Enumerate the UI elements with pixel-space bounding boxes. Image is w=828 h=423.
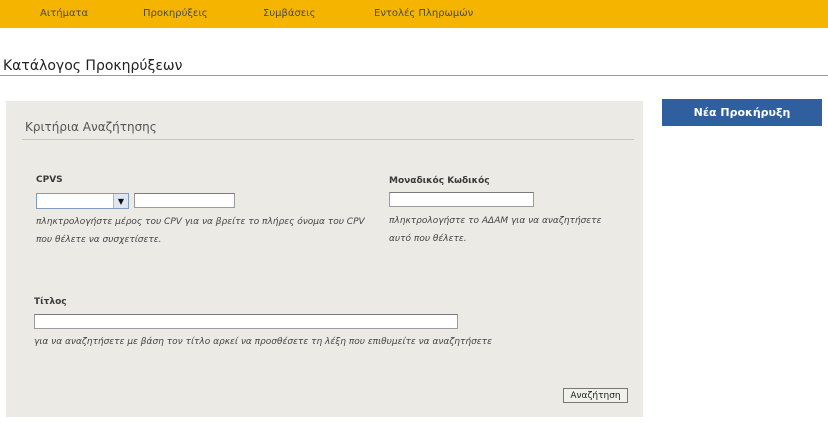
- page-title: Κατάλογος Προκηρύξεων: [3, 58, 183, 74]
- chevron-down-icon[interactable]: ▼: [113, 194, 128, 208]
- title-input[interactable]: [34, 314, 458, 329]
- cpvs-label: CPVS: [36, 175, 63, 185]
- panel-divider: [22, 139, 634, 140]
- nav-item-requests[interactable]: Αιτήματα: [40, 8, 88, 19]
- unique-code-input[interactable]: [389, 192, 534, 207]
- title-divider: [0, 75, 828, 76]
- title-label: Τίτλος: [34, 297, 67, 307]
- new-notice-button[interactable]: Νέα Προκήρυξη: [662, 99, 822, 126]
- cpvs-text-input[interactable]: [134, 193, 235, 208]
- nav-item-notices[interactable]: Προκηρύξεις: [143, 8, 208, 19]
- cpvs-select[interactable]: ▼: [36, 193, 129, 209]
- search-button[interactable]: Αναζήτηση: [563, 388, 628, 403]
- title-hint: για να αναζητήσετε με βάση τον τίτλο αρκ…: [34, 337, 492, 347]
- top-navigation-bar: Αιτήματα Προκηρύξεις Συμβάσεις Εντολές Π…: [0, 0, 828, 28]
- unique-code-hint: πληκτρολογήστε το ΑΔΑΜ για να αναζητήσετ…: [389, 216, 602, 244]
- nav-item-payment-orders[interactable]: Εντολές Πληρωμών: [374, 8, 473, 19]
- nav-item-contracts[interactable]: Συμβάσεις: [263, 8, 315, 19]
- search-criteria-heading: Κριτήρια Αναζήτησης: [25, 120, 157, 134]
- search-criteria-panel: Κριτήρια Αναζήτησης CPVS ▼ πληκτρολογήστ…: [6, 101, 643, 417]
- cpvs-hint: πληκτρολογήστε μέρος του CPV για να βρεί…: [36, 217, 365, 245]
- unique-code-label: Μοναδικός Κωδικός: [389, 176, 490, 186]
